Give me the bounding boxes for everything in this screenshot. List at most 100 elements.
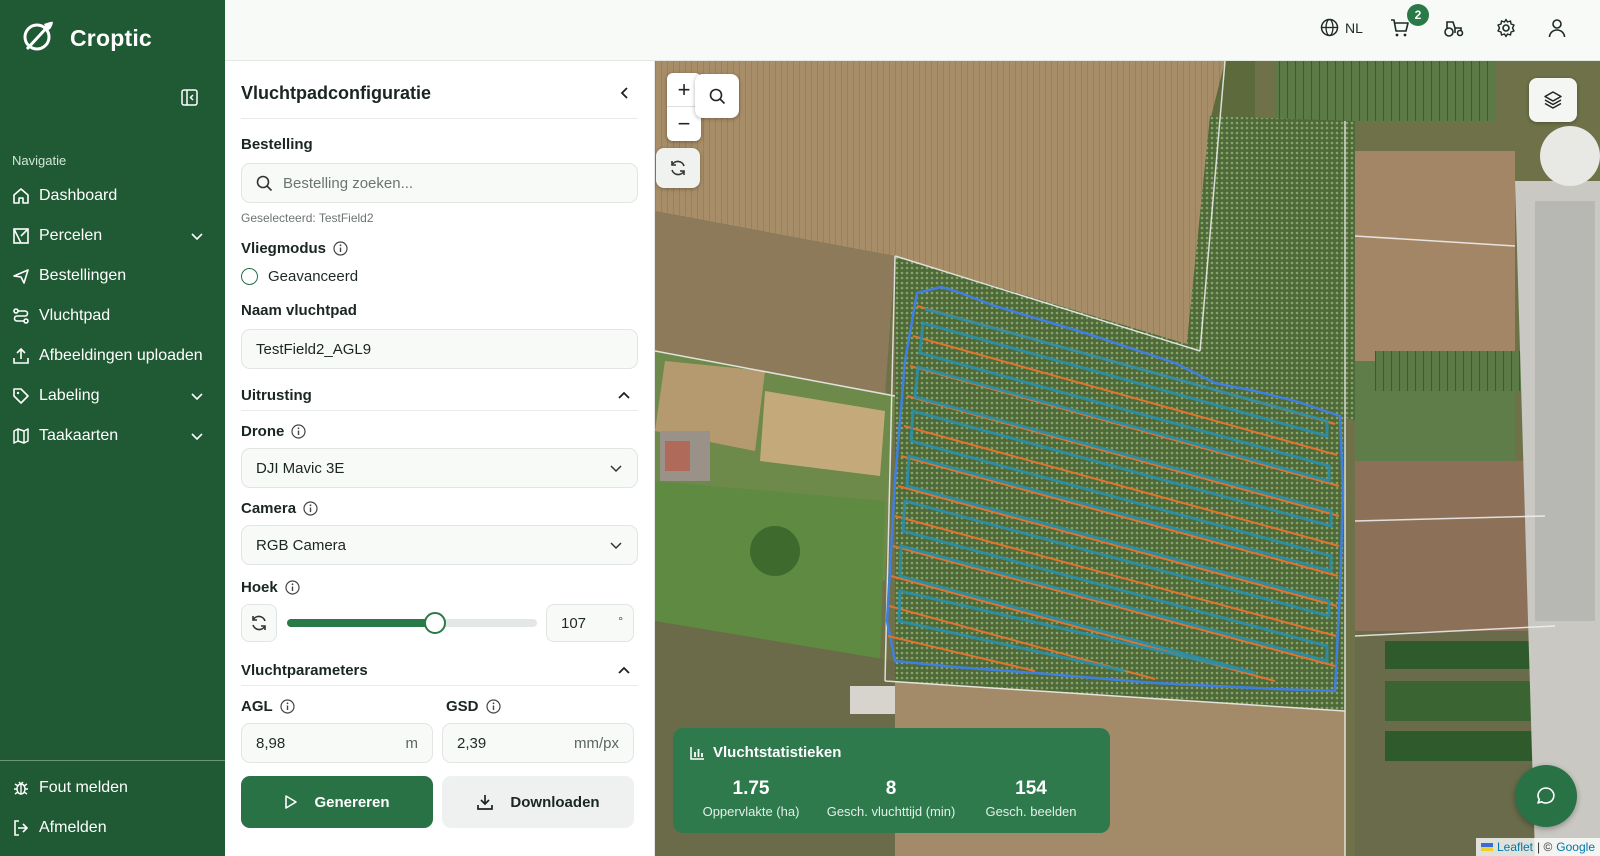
path-name-value: TestField2_AGL9 [256, 340, 372, 358]
stat-label: Oppervlakte (ha) [702, 804, 800, 819]
sidebar-item-afmelden[interactable]: Afmelden [0, 808, 225, 848]
panel-title: Vluchtpadconfiguratie [241, 83, 432, 103]
download-button[interactable]: Downloaden [442, 776, 634, 828]
attribution-separator: | © [1537, 840, 1553, 854]
language-label: NL [1345, 19, 1363, 36]
agl-value: 8,98 [256, 734, 286, 752]
info-icon[interactable] [303, 501, 318, 516]
nav-heading: Navigatie [12, 153, 67, 168]
app-root: Croptic Navigatie Dashboard Percelen Bes… [0, 0, 1600, 856]
path-name-label: Naam vluchtpad [241, 302, 357, 319]
refresh-icon [252, 615, 266, 631]
agl-label-text: AGL [241, 698, 273, 715]
map-refresh-button[interactable] [656, 148, 700, 188]
flight-params-section-header[interactable]: Vluchtparameters [241, 662, 368, 679]
map-view[interactable]: + − Vluchtstatistieken 1.75 Oppervlakte … [655, 61, 1600, 856]
globe-icon [1320, 18, 1339, 37]
gsd-value: 2,39 [457, 734, 487, 752]
stat-flight-time: 8 Gesch. vluchttijd (min) [821, 778, 961, 819]
chevron-down-icon[interactable] [189, 428, 205, 444]
slider-handle[interactable] [423, 612, 446, 634]
divider [241, 118, 638, 119]
ukraine-flag-icon [1480, 843, 1493, 851]
sidebar-item-label: Afmelden [39, 819, 107, 836]
cart-count-badge: 2 [1407, 4, 1429, 26]
map-search-button[interactable] [695, 74, 739, 118]
language-selector[interactable]: NL [1320, 18, 1363, 37]
angle-input[interactable]: 107 ° [546, 604, 634, 642]
cart-button[interactable] [1390, 18, 1410, 38]
flightpath-config-panel: Vluchtpadconfiguratie Bestelling Bestell… [225, 61, 655, 856]
route-icon [12, 307, 30, 325]
tractor-button[interactable] [1443, 18, 1465, 38]
info-icon[interactable] [280, 699, 295, 714]
path-name-input[interactable]: TestField2_AGL9 [241, 329, 638, 369]
sidebar-item-dashboard[interactable]: Dashboard [0, 176, 225, 216]
chevron-down-icon[interactable] [189, 388, 205, 404]
bar-chart-icon [690, 746, 704, 760]
chevron-up-icon[interactable] [617, 664, 631, 678]
generate-label: Genereren [314, 793, 390, 811]
sidebar-item-bestellingen[interactable]: Bestellingen [0, 256, 225, 296]
info-icon[interactable] [485, 699, 501, 714]
stat-label: Gesch. beelden [985, 804, 1077, 819]
info-icon[interactable] [291, 424, 306, 439]
stat-images: 154 Gesch. beelden [961, 778, 1101, 819]
sidebar-item-label: Fout melden [39, 779, 128, 796]
sidebar-item-afbeeldingen-uploaden[interactable]: Afbeeldingen uploaden [0, 336, 225, 376]
upload-icon [12, 347, 30, 365]
sidebar-nav: Dashboard Percelen Bestellingen Vluchtpa… [0, 176, 225, 456]
angle-value: 107 [561, 614, 587, 632]
info-icon[interactable] [285, 580, 300, 595]
radio-button[interactable] [241, 268, 258, 285]
brand[interactable]: Croptic [20, 18, 152, 59]
angle-unit: ° [618, 614, 623, 628]
sidebar-divider [0, 760, 225, 761]
plane-icon [12, 267, 30, 285]
camera-select[interactable]: RGB Camera [241, 525, 638, 565]
angle-label-text: Hoek [241, 579, 278, 596]
sidebar-item-taakaarten[interactable]: Taakaarten [0, 416, 225, 456]
sidebar-item-percelen[interactable]: Percelen [0, 216, 225, 256]
chevron-up-icon[interactable] [617, 389, 631, 403]
flight-stats-card: Vluchtstatistieken 1.75 Oppervlakte (ha)… [673, 728, 1110, 833]
drone-select[interactable]: DJI Mavic 3E [241, 448, 638, 488]
chevron-down-icon[interactable] [189, 228, 205, 244]
chat-button[interactable] [1515, 765, 1577, 827]
chevron-down-icon [610, 542, 622, 550]
sidebar-item-label: Bestellingen [39, 267, 127, 284]
agl-input[interactable]: 8,98 m [241, 723, 433, 763]
search-icon [256, 175, 273, 191]
generate-button[interactable]: Genereren [241, 776, 433, 828]
angle-slider[interactable] [287, 612, 537, 634]
chevron-down-icon [610, 465, 622, 473]
equipment-section-header[interactable]: Uitrusting [241, 387, 312, 404]
leaflet-link[interactable]: Leaflet [1497, 840, 1533, 854]
info-icon[interactable] [333, 241, 348, 256]
sidebar-item-label: Taakaarten [39, 427, 119, 444]
brand-name: Croptic [70, 25, 152, 51]
reset-angle-button[interactable] [241, 604, 277, 642]
collapse-sidebar-button[interactable] [178, 86, 200, 108]
divider [241, 410, 638, 411]
slider-fill [287, 619, 435, 627]
sidebar-collapse-icon [180, 88, 198, 106]
layers-button[interactable] [1529, 78, 1577, 122]
angle-label: Hoek [241, 579, 300, 596]
stat-area: 1.75 Oppervlakte (ha) [681, 778, 821, 819]
gsd-label: GSD [446, 698, 501, 715]
sidebar-item-fout-melden[interactable]: Fout melden [0, 768, 225, 808]
user-menu-button[interactable] [1548, 18, 1566, 38]
logout-icon [12, 819, 30, 837]
chevron-left-icon[interactable] [617, 85, 633, 101]
order-search-input[interactable]: Bestelling zoeken... [241, 163, 638, 203]
sidebar-item-labeling[interactable]: Labeling [0, 376, 225, 416]
gsd-input[interactable]: 2,39 mm/px [442, 723, 634, 763]
google-link[interactable]: Google [1556, 840, 1595, 854]
settings-button[interactable] [1496, 18, 1516, 38]
agl-unit: m [405, 735, 419, 752]
flight-mode-radio-advanced[interactable]: Geavanceerd [241, 268, 358, 285]
sidebar-item-vluchtpad[interactable]: Vluchtpad [0, 296, 225, 336]
drone-label: Drone [241, 423, 306, 440]
layers-icon [1544, 91, 1562, 109]
